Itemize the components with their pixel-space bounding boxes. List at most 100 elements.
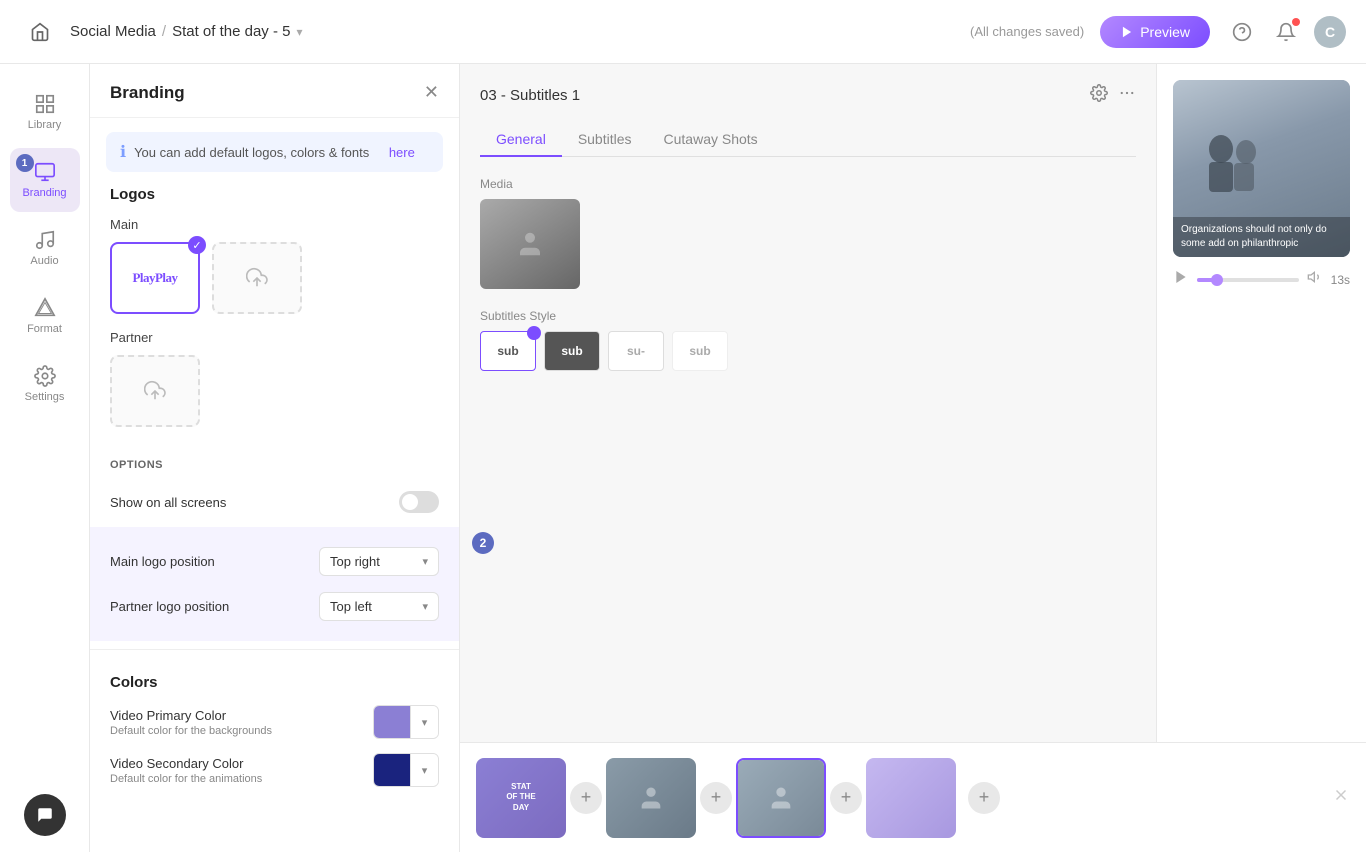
- subtitles-style-section: Subtitles Style sub sub su-: [480, 309, 1136, 371]
- show-all-screens-toggle[interactable]: [399, 491, 439, 513]
- primary-color-chevron[interactable]: ▾: [410, 706, 438, 738]
- branding-badge: 1: [16, 154, 34, 172]
- options-section: Options Show on all screens: [90, 459, 459, 527]
- subtitles-style-label: Subtitles Style: [480, 309, 1136, 323]
- subtitle-style-2[interactable]: sub: [544, 331, 600, 371]
- progress-bar[interactable]: [1197, 278, 1299, 282]
- sidebar-item-format[interactable]: Format: [10, 284, 80, 348]
- main-logo-dropdown-chevron: ▾: [422, 555, 428, 568]
- logos-title: Logos: [110, 186, 439, 203]
- filmstrip-thumb-3[interactable]: [736, 758, 826, 838]
- filmstrip-add-3[interactable]: +: [830, 782, 862, 814]
- editor-area: 03 - Subtitles 1 General Subtitles Cutaw…: [460, 64, 1366, 742]
- media-thumbnail[interactable]: [480, 199, 580, 289]
- preview-controls: 13s: [1173, 269, 1350, 290]
- main-logo-box[interactable]: ✓ PlayPlay: [110, 242, 200, 314]
- options-title: Options: [110, 459, 439, 471]
- sidebar-item-branding[interactable]: 1 Branding: [10, 148, 80, 212]
- filmstrip-thumb-1[interactable]: STATOF THEDAY: [476, 758, 566, 838]
- subtitle-style-3[interactable]: su-: [608, 331, 664, 371]
- main-logo-position-dropdown[interactable]: Top right ▾: [319, 547, 439, 576]
- sidebar-item-audio-label: Audio: [30, 255, 58, 267]
- chat-support[interactable]: [24, 794, 66, 836]
- media-section: Media: [480, 177, 1136, 289]
- sidebar-item-settings-label: Settings: [25, 391, 65, 403]
- progress-dot: [1211, 274, 1223, 286]
- partner-logo-position-row: Partner logo position Top left ▾: [110, 584, 439, 629]
- tab-cutaway[interactable]: Cutaway Shots: [648, 123, 774, 157]
- user-avatar[interactable]: C: [1314, 16, 1346, 48]
- main-logo-grid: ✓ PlayPlay: [110, 242, 439, 314]
- breadcrumb-chevron[interactable]: ▾: [296, 25, 302, 39]
- preview-button[interactable]: Preview: [1100, 16, 1210, 48]
- secondary-color-label-sub: Default color for the animations: [110, 773, 262, 785]
- preview-video-thumbnail: Organizations should not only do some ad…: [1173, 80, 1350, 257]
- selected-dot: [527, 326, 541, 340]
- partner-logo-position-dropdown[interactable]: Top left ▾: [319, 592, 439, 621]
- filmstrip-delete-icon[interactable]: [1332, 786, 1350, 809]
- filmstrip-add-1[interactable]: +: [570, 782, 602, 814]
- subtitle-style-1[interactable]: sub: [480, 331, 536, 371]
- media-label: Media: [480, 177, 1136, 191]
- main-logo-position-row: Main logo position Top right ▾: [110, 539, 439, 584]
- branding-panel: Branding ✕ ℹ You can add default logos, …: [90, 64, 460, 852]
- primary-color-label-main: Video Primary Color: [110, 708, 272, 723]
- play-button[interactable]: [1173, 269, 1189, 290]
- volume-button[interactable]: [1307, 269, 1323, 290]
- secondary-color-picker[interactable]: ▾: [373, 753, 439, 787]
- secondary-color-swatch: [374, 754, 410, 786]
- help-button[interactable]: [1226, 16, 1258, 48]
- sidebar-item-library[interactable]: Library: [10, 80, 80, 144]
- subtitle-style-4[interactable]: sub: [672, 331, 728, 371]
- sidebar-item-format-label: Format: [27, 323, 62, 335]
- filmstrip-thumb-2[interactable]: [606, 758, 696, 838]
- info-banner: ℹ You can add default logos, colors & fo…: [106, 132, 443, 172]
- sidebar-item-library-label: Library: [28, 119, 62, 131]
- save-status: (All changes saved): [970, 24, 1084, 39]
- scene-tabs: General Subtitles Cutaway Shots: [480, 123, 1136, 157]
- show-all-screens-label: Show on all screens: [110, 495, 226, 510]
- top-nav-icons: C: [1226, 16, 1346, 48]
- upload-logo-box[interactable]: [212, 242, 302, 314]
- sidebar-item-settings[interactable]: Settings: [10, 352, 80, 416]
- secondary-color-label-main: Video Secondary Color: [110, 756, 262, 771]
- partner-upload-box[interactable]: [110, 355, 200, 427]
- tab-general[interactable]: General: [480, 123, 562, 157]
- filmstrip-add-2[interactable]: +: [700, 782, 732, 814]
- partner-logo-dropdown-chevron: ▾: [422, 600, 428, 613]
- filmstrip-add-4[interactable]: +: [968, 782, 1000, 814]
- scene-header: 03 - Subtitles 1: [480, 84, 1136, 107]
- playplay-logo-text: PlayPlay: [132, 270, 177, 286]
- notifications-button[interactable]: [1270, 16, 1302, 48]
- notification-badge: [1292, 18, 1300, 26]
- primary-color-picker[interactable]: ▾: [373, 705, 439, 739]
- partner-logo-position-label: Partner logo position: [110, 599, 229, 614]
- primary-color-label-sub: Default color for the backgrounds: [110, 725, 272, 737]
- info-link[interactable]: here: [389, 145, 415, 160]
- sidebar-item-branding-label: Branding: [22, 187, 66, 199]
- tab-subtitles[interactable]: Subtitles: [562, 123, 648, 157]
- primary-color-swatch: [374, 706, 410, 738]
- main-logo-position-label: Main logo position: [110, 554, 215, 569]
- main-layout: Library 1 Branding Audio: [0, 64, 1366, 852]
- home-button[interactable]: [20, 12, 60, 52]
- logos-section: Logos Main ✓ PlayPlay Partner: [90, 186, 459, 459]
- logo-check-icon: ✓: [188, 236, 206, 254]
- scene-settings-button[interactable]: [1090, 84, 1108, 107]
- partner-logo-subtitle: Partner: [110, 330, 439, 345]
- main-logo-subtitle: Main: [110, 217, 439, 232]
- filmstrip-thumb-4[interactable]: [866, 758, 956, 838]
- primary-color-row: Video Primary Color Default color for th…: [110, 705, 439, 739]
- main-logo-position-value: Top right: [330, 554, 380, 569]
- partner-logo-grid: [110, 355, 439, 427]
- info-text: You can add default logos, colors & font…: [134, 145, 369, 160]
- colors-section: Colors Video Primary Color Default color…: [90, 658, 459, 817]
- panel-close-button[interactable]: ✕: [424, 82, 439, 103]
- sidebar-item-audio[interactable]: Audio: [10, 216, 80, 280]
- secondary-color-chevron[interactable]: ▾: [410, 754, 438, 786]
- primary-color-label: Video Primary Color Default color for th…: [110, 708, 272, 737]
- position-section: Main logo position Top right ▾ Partner l…: [90, 527, 459, 641]
- scene-more-button[interactable]: [1118, 84, 1136, 107]
- top-nav: Social Media / Stat of the day - 5 ▾ (Al…: [0, 0, 1366, 64]
- info-icon: ℹ: [120, 142, 126, 162]
